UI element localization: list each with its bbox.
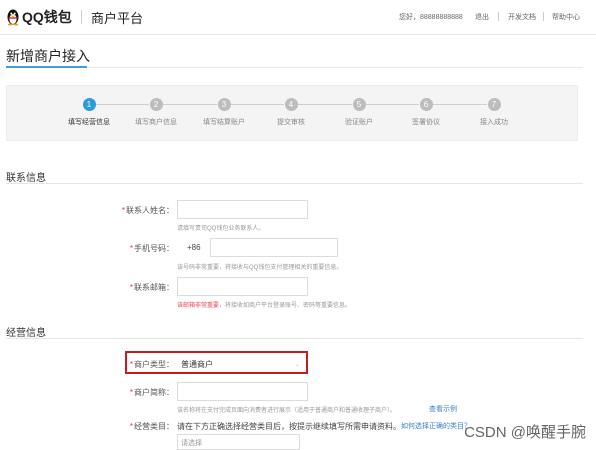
short-name-label: *商户简称： xyxy=(129,388,174,397)
short-name-input[interactable] xyxy=(177,382,308,401)
dev-docs-link[interactable]: 开发文档 xyxy=(508,12,536,22)
user-greeting: 您好，88888888888 xyxy=(399,14,463,21)
top-header xyxy=(0,0,596,35)
merchant-type-label: *商户类型： xyxy=(129,360,174,369)
step-number: 3 xyxy=(217,98,231,111)
step-number: 2 xyxy=(149,98,163,111)
step-number: 5 xyxy=(352,98,366,111)
phone-label: *手机号码： xyxy=(129,244,174,253)
section-divider xyxy=(6,183,583,184)
logout-link[interactable]: 退出 xyxy=(475,12,489,22)
category-help-link[interactable]: 如何选择正确的类目？ xyxy=(401,421,471,431)
step-label: 填写商户信息 xyxy=(135,119,177,126)
section-title-business: 经营信息 xyxy=(6,328,46,339)
step-connector xyxy=(96,104,149,105)
step-connector xyxy=(163,104,217,105)
phone-hint: 该号码非常重要，将接收与QQ钱包支付管理相关的重要信息。 xyxy=(177,265,343,271)
category-description: 请在下方正确选择经营类目后，按提示继续填写所需申请资料。 xyxy=(177,422,401,431)
step-connector xyxy=(298,104,352,105)
title-underline xyxy=(6,66,87,68)
section-title-contact: 联系信息 xyxy=(6,173,46,184)
contact-name-input[interactable] xyxy=(177,200,308,219)
merchant-type-select[interactable]: 普通商户 xyxy=(181,359,213,370)
title-divider xyxy=(6,67,583,68)
logo-text: QQ钱包 xyxy=(22,9,72,25)
step-label: 验证账户 xyxy=(345,119,373,126)
category-label: *经营类目： xyxy=(129,422,174,431)
category-placeholder: 请选择 xyxy=(181,440,202,447)
header-divider xyxy=(498,12,499,21)
step-connector xyxy=(433,104,487,105)
email-hint: 该邮箱非常重要，将接收如商户平台登录账号、密码等重要信息。 xyxy=(177,303,352,309)
penguin-icon xyxy=(7,9,19,26)
progress-steps xyxy=(6,85,578,141)
platform-title: 商户平台 xyxy=(91,11,144,26)
phone-input[interactable] xyxy=(210,238,338,257)
watermark: CSDN @唤醒手腕 xyxy=(464,424,586,441)
header-divider xyxy=(543,12,544,21)
step-number: 6 xyxy=(419,98,433,111)
phone-prefix: +86 xyxy=(187,243,201,252)
step-connector xyxy=(231,104,284,105)
short-name-hint: 该名称将在支付完成页面向消费者进行展示（适用于普通商户和普通收理子商户）。 xyxy=(177,408,397,414)
help-center-link[interactable]: 帮助中心 xyxy=(552,12,580,22)
step-label: 签署协议 xyxy=(412,119,440,126)
chevron-down-icon[interactable]: ⌄ xyxy=(295,361,300,368)
step-connector xyxy=(366,104,419,105)
step-number: 4 xyxy=(284,98,298,111)
step-label: 填写结算账户 xyxy=(203,119,245,126)
step-label: 接入成功 xyxy=(480,119,508,126)
section-divider xyxy=(6,338,583,339)
step-number: 1 xyxy=(82,98,96,111)
step-label: 提交审核 xyxy=(277,119,305,126)
contact-name-hint: 请填写贵司QQ钱包业务联系人。 xyxy=(177,226,265,232)
view-example-link[interactable]: 查看示例 xyxy=(429,404,457,414)
contact-name-label: *联系人姓名： xyxy=(121,206,174,215)
qq-wallet-logo[interactable]: QQ钱包 xyxy=(6,7,72,27)
step-number: 7 xyxy=(487,98,501,111)
email-input[interactable] xyxy=(177,277,308,296)
logo-divider xyxy=(81,10,82,24)
page-title: 新增商户接入 xyxy=(6,48,90,64)
email-label: *联系邮箱： xyxy=(129,283,174,292)
step-label: 填写经营信息 xyxy=(68,119,110,126)
